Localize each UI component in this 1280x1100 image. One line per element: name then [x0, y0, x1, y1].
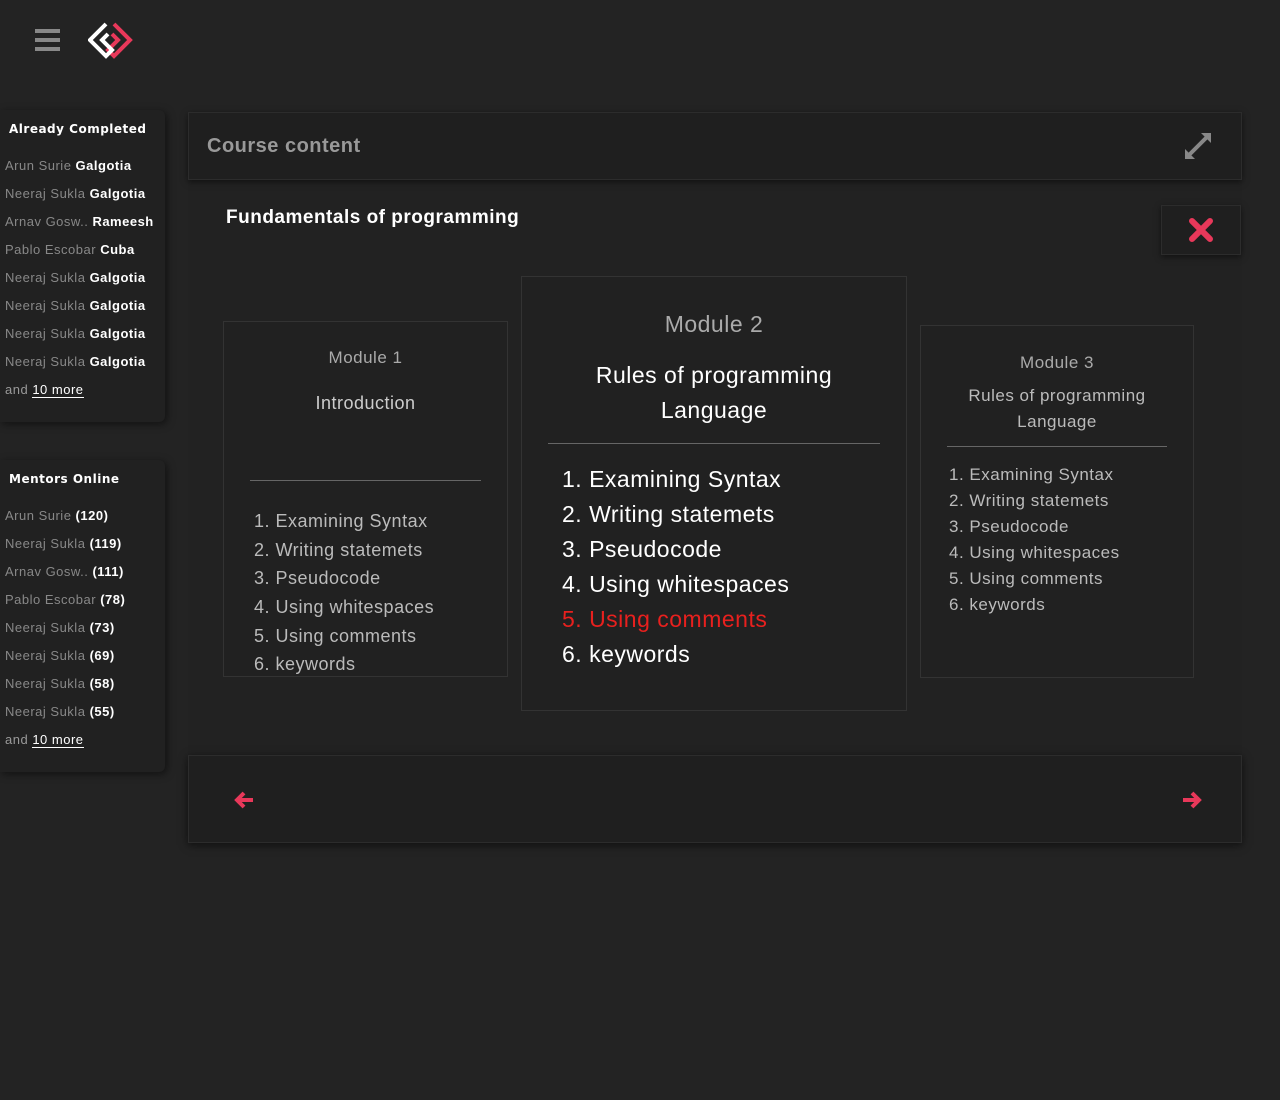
person-detail: Galgotia — [89, 298, 146, 313]
person-name: Neeraj Sukla — [5, 186, 86, 201]
list-item[interactable]: Arnav Gosw.. (111) — [5, 564, 165, 592]
module-topic[interactable]: 3. Pseudocode — [562, 536, 906, 571]
person-name: Arnav Gosw.. — [5, 564, 89, 579]
person-name: Pablo Escobar — [5, 242, 97, 257]
list-item[interactable]: Neeraj Sukla Galgotia — [5, 354, 165, 382]
module-card[interactable]: Module 3 Rules of programming Language 1… — [920, 325, 1194, 678]
person-name: Pablo Escobar — [5, 592, 97, 607]
list-item[interactable]: Neeraj Sukla (55) — [5, 704, 165, 732]
person-detail: Cuba — [100, 242, 135, 257]
person-detail: (69) — [89, 648, 115, 663]
person-detail: Rameesh — [92, 214, 154, 229]
logo — [88, 22, 133, 59]
person-detail: (78) — [100, 592, 126, 607]
person-detail: (73) — [89, 620, 115, 635]
list-item[interactable]: Neeraj Sukla Galgotia — [5, 326, 165, 354]
person-detail: (119) — [89, 536, 122, 551]
module-topic[interactable]: 1. Examining Syntax — [562, 466, 906, 501]
list-item[interactable]: Arun Surie Galgotia — [5, 158, 165, 186]
person-detail: (120) — [75, 508, 109, 523]
already-completed-card: Already Completed Arun Surie Galgotia Neer… — [0, 110, 165, 422]
arrow-left-icon[interactable] — [233, 790, 255, 810]
and-text: and — [5, 732, 29, 747]
module-topic[interactable]: 3. Pseudocode — [949, 517, 1193, 543]
module-topic[interactable]: 1. Examining Syntax — [254, 511, 507, 540]
pagination-footer — [188, 755, 1242, 843]
module-topic[interactable]: 2. Writing statemets — [254, 540, 507, 569]
person-detail: Galgotia — [89, 354, 146, 369]
module-title: Rules of programming Language — [968, 386, 1146, 431]
module-title: Introduction — [315, 393, 416, 413]
person-name: Neeraj Sukla — [5, 648, 86, 663]
person-name: Neeraj Sukla — [5, 354, 86, 369]
module-topic[interactable]: 5. Using comments — [949, 569, 1193, 595]
more-row: and 10 more — [5, 382, 165, 398]
module-label: Module 1 — [328, 348, 403, 367]
module-topic[interactable]: 3. Pseudocode — [254, 568, 507, 597]
person-detail: (55) — [89, 704, 115, 719]
course-title: Fundamentals of programming — [226, 207, 520, 228]
topic-list: 1. Examining Syntax 2. Writing statemets 3… — [921, 447, 1193, 621]
card-title: Already Completed — [9, 122, 147, 136]
module-topic[interactable]: 4. Using whitespaces — [254, 597, 507, 626]
person-name: Neeraj Sukla — [5, 326, 86, 341]
module-topic[interactable]: 2. Writing statemets — [949, 491, 1193, 517]
module-topic[interactable]: 5. Using comments — [254, 626, 507, 655]
list-item[interactable]: Neeraj Sukla (73) — [5, 620, 165, 648]
list-item[interactable]: Arnav Gosw.. Rameesh — [5, 214, 165, 242]
person-name: Neeraj Sukla — [5, 298, 86, 313]
person-name: Neeraj Sukla — [5, 620, 86, 635]
person-detail: (111) — [92, 564, 124, 579]
expand-icon[interactable] — [1181, 129, 1215, 163]
person-detail: Galgotia — [89, 326, 146, 341]
close-icon — [1189, 218, 1213, 242]
module-label: Module 3 — [1020, 353, 1094, 372]
card-title: Mentors Online — [9, 472, 120, 486]
list-item[interactable]: Neeraj Sukla Galgotia — [5, 298, 165, 326]
module-topic[interactable]: 6. keywords — [254, 654, 507, 683]
module-topic[interactable]: 4. Using whitespaces — [562, 571, 906, 606]
topic-list: 1. Examining Syntax 2. Writing statemets 3… — [224, 481, 507, 683]
person-name: Neeraj Sukla — [5, 270, 86, 285]
list-item[interactable]: Pablo Escobar (78) — [5, 592, 165, 620]
and-text: and — [5, 382, 29, 397]
panel-title: Course content — [207, 135, 361, 157]
person-name: Neeraj Sukla — [5, 536, 86, 551]
list-item[interactable]: Neeraj Sukla Galgotia — [5, 186, 165, 214]
module-topic[interactable]: 4. Using whitespaces — [949, 543, 1193, 569]
module-topic[interactable]: 2. Writing statemets — [562, 501, 906, 536]
list-item[interactable]: Neeraj Sukla Galgotia — [5, 270, 165, 298]
hamburger-menu-icon[interactable] — [35, 29, 60, 51]
arrow-right-icon[interactable] — [1181, 790, 1203, 810]
person-detail: Galgotia — [89, 270, 146, 285]
list-item[interactable]: Pablo Escobar Cuba — [5, 242, 165, 270]
person-name: Neeraj Sukla — [5, 704, 86, 719]
more-row: and 10 more — [5, 732, 165, 748]
module-card[interactable]: Module 1 Introduction 1. Examining Synta… — [223, 321, 508, 677]
person-name: Arun Surie — [5, 508, 76, 523]
close-button[interactable] — [1161, 205, 1241, 255]
person-detail: (58) — [89, 676, 115, 691]
module-topic[interactable]: 5. Using comments — [562, 606, 906, 641]
module-card[interactable]: Module 2 Rules of programming Language 1… — [521, 276, 907, 711]
module-topic[interactable]: 6. keywords — [562, 641, 906, 676]
list-item[interactable]: Neeraj Sukla (58) — [5, 676, 165, 704]
course-content-header: Course content — [188, 112, 1242, 180]
person-detail: Galgotia — [89, 186, 146, 201]
list-item[interactable]: Neeraj Sukla (119) — [5, 536, 165, 564]
module-topic[interactable]: 6. keywords — [949, 595, 1193, 621]
more-link[interactable]: 10 more — [32, 732, 84, 748]
more-link[interactable]: 10 more — [32, 382, 84, 398]
person-detail: Galgotia — [75, 158, 132, 173]
module-label: Module 2 — [664, 311, 764, 337]
person-name: Neeraj Sukla — [5, 676, 86, 691]
topic-list: 1. Examining Syntax 2. Writing statemets 3… — [522, 444, 906, 676]
person-name: Arun Surie — [5, 158, 72, 173]
module-title: Rules of programming Language — [595, 362, 833, 423]
module-topic[interactable]: 1. Examining Syntax — [949, 465, 1193, 491]
person-name: Arnav Gosw.. — [5, 214, 89, 229]
mentors-online-card: Mentors Online Arun Surie (120) Neeraj Suk… — [0, 460, 165, 772]
list-item[interactable]: Neeraj Sukla (69) — [5, 648, 165, 676]
list-item[interactable]: Arun Surie (120) — [5, 508, 165, 536]
